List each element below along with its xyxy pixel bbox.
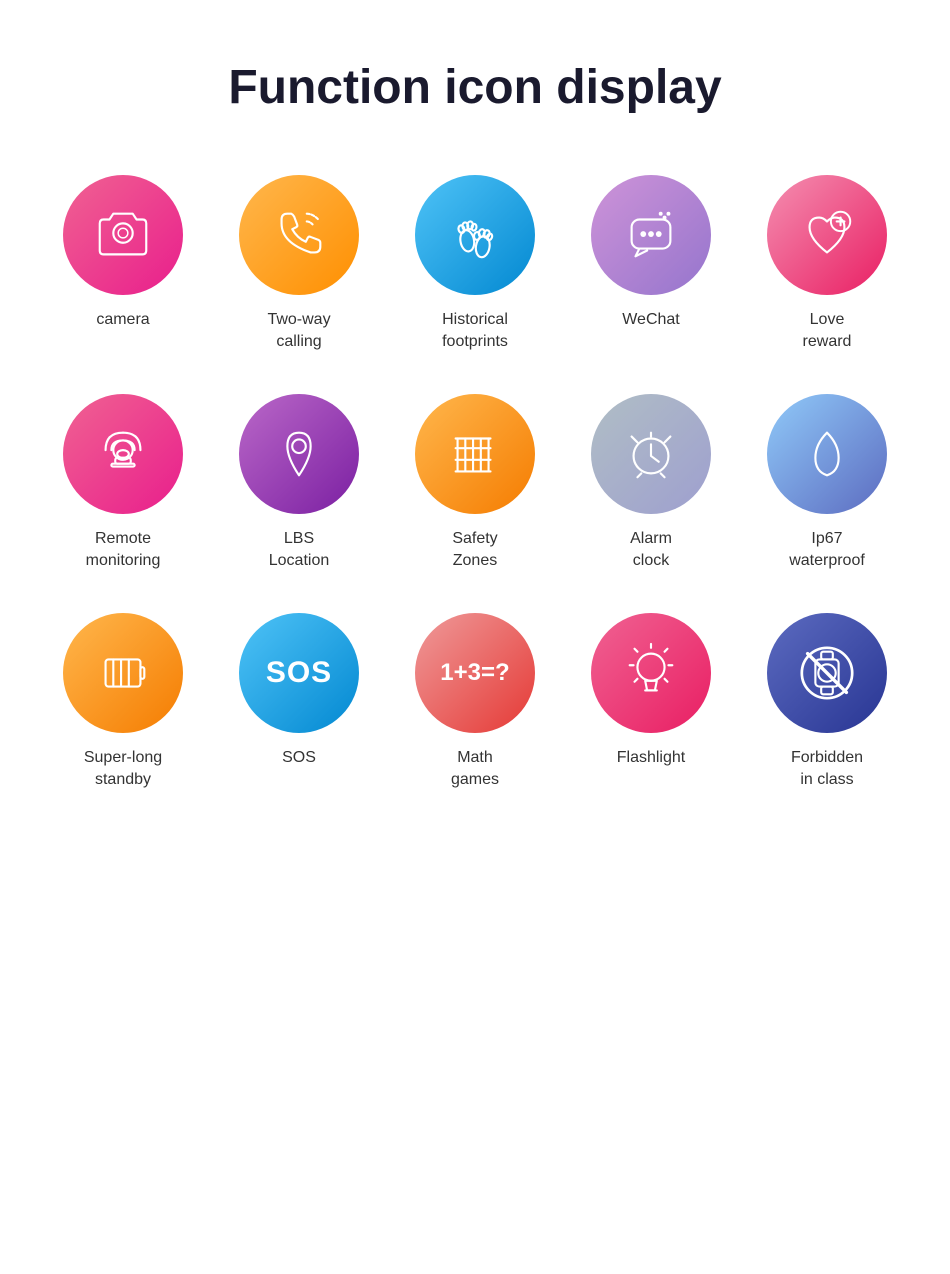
label-flashlight: Flashlight: [617, 747, 685, 769]
icon-standby: [63, 613, 183, 733]
label-love: Lovereward: [803, 309, 852, 354]
item-love: Lovereward: [749, 175, 905, 354]
label-remote: Remotemonitoring: [86, 528, 161, 573]
item-alarm: Alarmclock: [573, 394, 729, 573]
page-title: Function icon display: [228, 60, 721, 115]
item-math: 1+3=? Mathgames: [397, 613, 553, 792]
label-footprints: Historicalfootprints: [442, 309, 508, 354]
item-footprints: Historicalfootprints: [397, 175, 553, 354]
item-safety: SafetyZones: [397, 394, 553, 573]
item-flashlight: Flashlight: [573, 613, 729, 792]
label-wechat: WeChat: [622, 309, 680, 331]
item-standby: Super-longstandby: [45, 613, 201, 792]
label-lbs: LBSLocation: [269, 528, 330, 573]
icon-lbs: [239, 394, 359, 514]
label-alarm: Alarmclock: [630, 528, 672, 573]
label-sos: SOS: [282, 747, 316, 769]
icon-ip67: [767, 394, 887, 514]
icon-remote: [63, 394, 183, 514]
icon-sos: SOS: [239, 613, 359, 733]
icon-two-way: [239, 175, 359, 295]
label-safety: SafetyZones: [452, 528, 497, 573]
label-two-way: Two-waycalling: [267, 309, 330, 354]
icon-flashlight: [591, 613, 711, 733]
item-sos: SOS SOS: [221, 613, 377, 792]
math-text: 1+3=?: [440, 659, 509, 687]
icon-wechat: [591, 175, 711, 295]
label-camera: camera: [96, 309, 149, 331]
item-forbidden: Forbiddenin class: [749, 613, 905, 792]
icon-love: [767, 175, 887, 295]
label-math: Mathgames: [451, 747, 499, 792]
icon-math: 1+3=?: [415, 613, 535, 733]
item-remote: Remotemonitoring: [45, 394, 201, 573]
item-camera: camera: [45, 175, 201, 354]
function-grid: camera Two-waycalling: [45, 175, 905, 791]
item-ip67: Ip67waterproof: [749, 394, 905, 573]
label-standby: Super-longstandby: [84, 747, 162, 792]
icon-camera: [63, 175, 183, 295]
item-wechat: WeChat: [573, 175, 729, 354]
sos-text: SOS: [266, 656, 332, 690]
label-ip67: Ip67waterproof: [789, 528, 865, 573]
icon-alarm: [591, 394, 711, 514]
icon-safety: [415, 394, 535, 514]
icon-forbidden: [767, 613, 887, 733]
icon-footprints: [415, 175, 535, 295]
label-forbidden: Forbiddenin class: [791, 747, 863, 792]
item-two-way: Two-waycalling: [221, 175, 377, 354]
item-lbs: LBSLocation: [221, 394, 377, 573]
